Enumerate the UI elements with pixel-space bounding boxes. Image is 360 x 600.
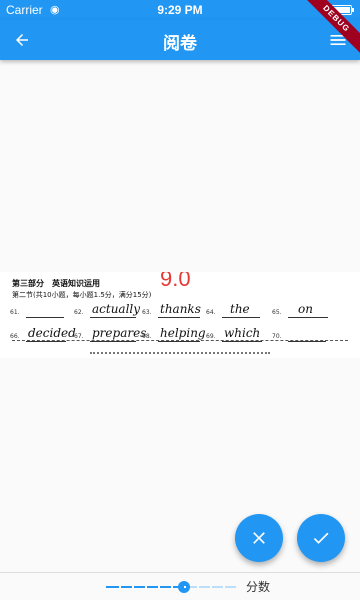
- answer-word: which: [224, 326, 261, 340]
- slider-tick: [210, 586, 212, 588]
- score-label: 9.0: [160, 272, 191, 291]
- bottom-bar: 分数: [0, 572, 360, 600]
- answer-word: on: [298, 302, 313, 316]
- slider-tick: [145, 586, 147, 588]
- dashed-divider: [12, 340, 348, 341]
- answer-blank: 64. the: [206, 302, 260, 318]
- slider-tick: [223, 586, 225, 588]
- app-bar: 阅卷: [0, 20, 360, 60]
- reject-button[interactable]: [235, 514, 283, 562]
- question-number: 66.: [10, 333, 20, 340]
- answer-word: helping: [160, 326, 206, 340]
- answer-blank: 63. thanks: [142, 302, 201, 318]
- slider-tick: [132, 586, 134, 588]
- arrow-back-icon: [16, 34, 28, 46]
- status-bar: Carrier ◉ 9:29 PM: [0, 0, 360, 20]
- section-title: 第三部分 英语知识运用: [12, 279, 100, 288]
- answer-sheet-image: 第三部分 英语知识运用 第二节(共10小题，每小题1.5分，满分15分) 9.0…: [0, 272, 360, 358]
- answer-word: actually: [92, 302, 141, 316]
- answer-blank: 61.: [10, 304, 64, 318]
- question-number: 69.: [206, 333, 216, 340]
- question-number: 70.: [272, 333, 282, 340]
- question-number: 68.: [142, 333, 152, 340]
- page-title: 阅卷: [163, 34, 197, 54]
- slider-tick: [197, 586, 199, 588]
- slider-tick: [119, 586, 121, 588]
- accept-button[interactable]: [297, 514, 345, 562]
- status-time: 9:29 PM: [157, 3, 203, 17]
- slider-tick: [184, 586, 186, 588]
- question-number: 62.: [74, 309, 84, 316]
- question-number: 63.: [142, 309, 152, 316]
- question-number: 61.: [10, 309, 20, 316]
- question-number: 64.: [206, 309, 216, 316]
- footer-dots: [90, 352, 270, 356]
- slider-tick: [171, 586, 173, 588]
- answer-blank: 62. actually: [74, 302, 140, 318]
- answer-word: decided: [28, 326, 76, 340]
- answer-word: prepares: [92, 326, 147, 340]
- score-slider-label: 分数: [246, 580, 271, 594]
- slider-tick: [158, 586, 160, 588]
- question-number: 67.: [74, 333, 84, 340]
- check-icon: [313, 532, 329, 544]
- question-number: 65.: [272, 309, 282, 316]
- answer-word: the: [230, 302, 250, 316]
- answer-word: thanks: [160, 302, 201, 316]
- answer-blank: 65. on: [272, 302, 328, 318]
- subsection-title: 第二节(共10小题，每小题1.5分，满分15分): [12, 291, 152, 299]
- app-screen: Carrier ◉ 9:29 PM 阅卷 DEBUG 第三部分 英语知识运用 第…: [0, 0, 360, 600]
- close-icon: [253, 532, 265, 544]
- back-button[interactable]: [8, 26, 36, 54]
- score-slider[interactable]: [106, 581, 236, 593]
